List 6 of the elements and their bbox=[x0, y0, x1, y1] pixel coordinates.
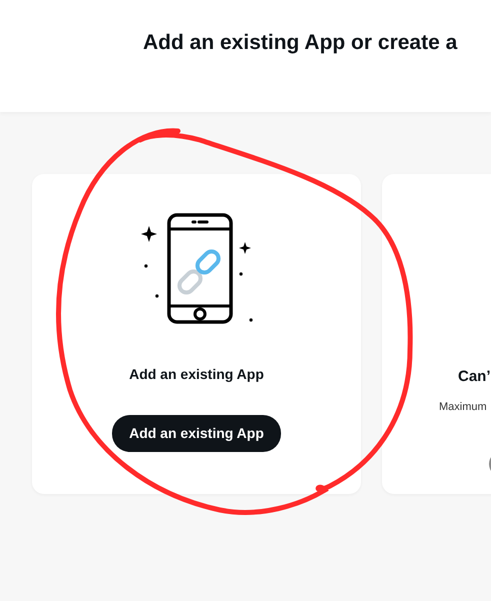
card-description: Maximum bbox=[439, 400, 487, 414]
phone-link-icon bbox=[140, 212, 252, 326]
add-app-button[interactable]: Add an existing App bbox=[112, 415, 281, 452]
card-title: Add an existing App bbox=[129, 365, 264, 384]
page-title: Add an existing App or create a bbox=[143, 30, 458, 56]
card-title: Can’ bbox=[457, 367, 491, 387]
